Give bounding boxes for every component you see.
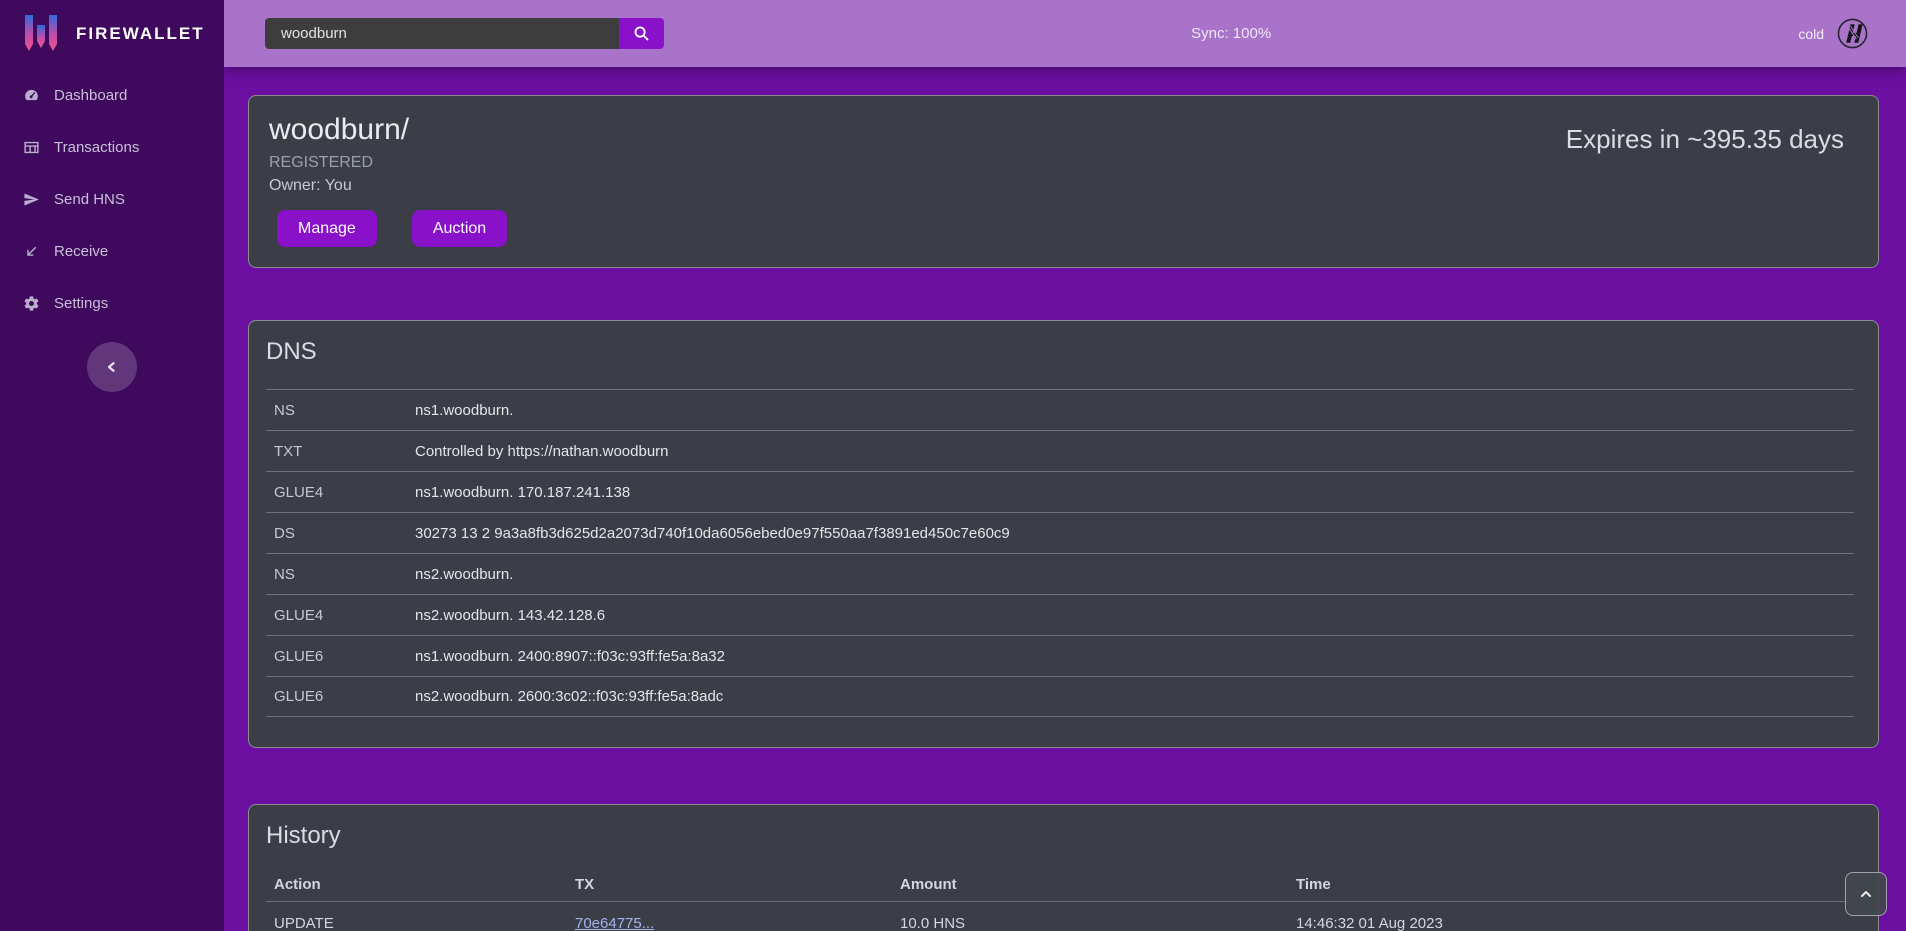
handshake-logo-icon[interactable] — [1837, 18, 1868, 49]
dns-record-value: ns2.woodburn. 143.42.128.6 — [415, 607, 605, 624]
history-col-tx: TX — [575, 876, 900, 893]
sidebar-item-receive[interactable]: Receive — [0, 225, 224, 277]
history-section-title: History — [266, 821, 1854, 851]
send-paper-plane-icon — [23, 191, 40, 208]
sidebar-item-settings[interactable]: Settings — [0, 277, 224, 329]
gear-icon — [23, 295, 40, 312]
dns-record-type: NS — [274, 402, 415, 419]
sidebar-item-label: Transactions — [54, 139, 139, 156]
history-time: 14:46:32 01 Aug 2023 — [1296, 915, 1854, 931]
sidebar-collapse-button[interactable] — [87, 342, 137, 392]
history-amount: 10.0 HNS — [900, 915, 1296, 931]
history-col-action: Action — [274, 876, 575, 893]
dns-record-row: NS ns2.woodburn. — [266, 553, 1854, 594]
dns-record-type: NS — [274, 566, 415, 583]
transactions-table-icon — [23, 139, 40, 156]
dns-record-row: GLUE4 ns2.woodburn. 143.42.128.6 — [266, 594, 1854, 635]
dns-record-value: ns1.woodburn. 170.187.241.138 — [415, 484, 630, 501]
dns-record-row: GLUE6 ns1.woodburn. 2400:8907::f03c:93ff… — [266, 635, 1854, 676]
firewallet-logo-icon — [21, 12, 61, 56]
dns-record-value: ns1.woodburn. — [415, 402, 513, 419]
sidebar-item-label: Receive — [54, 243, 108, 260]
sidebar-nav: Dashboard Transactions Send HNS Receive … — [0, 69, 224, 329]
dns-record-row: TXT Controlled by https://nathan.woodbur… — [266, 430, 1854, 471]
sidebar-item-label: Settings — [54, 295, 108, 312]
sync-status: Sync: 100% — [664, 25, 1798, 42]
dns-record-row: GLUE4 ns1.woodburn. 170.187.241.138 — [266, 471, 1854, 512]
dns-record-value: Controlled by https://nathan.woodburn — [415, 443, 669, 460]
scroll-to-top-button[interactable] — [1845, 872, 1887, 916]
tx-link[interactable]: 70e64775... — [575, 915, 654, 931]
dns-card: DNS NS ns1.woodburn. TXT Controlled by h… — [248, 320, 1879, 748]
sidebar-item-label: Dashboard — [54, 87, 127, 104]
brand-header: FIREWALLET — [0, 0, 224, 67]
dns-record-value: ns2.woodburn. 2600:3c02::f03c:93ff:fe5a:… — [415, 688, 723, 705]
history-col-amount: Amount — [900, 876, 1296, 893]
sidebar-item-send-hns[interactable]: Send HNS — [0, 173, 224, 225]
sidebar-item-transactions[interactable]: Transactions — [0, 121, 224, 173]
dns-record-type: GLUE6 — [274, 688, 415, 705]
dashboard-gauge-icon — [23, 87, 40, 104]
dns-record-value: 30273 13 2 9a3a8fb3d625d2a2073d740f10da6… — [415, 525, 1010, 542]
manage-button[interactable]: Manage — [277, 210, 377, 247]
dns-record-row: GLUE6 ns2.woodburn. 2600:3c02::f03c:93ff… — [266, 676, 1854, 717]
topbar: Sync: 100% cold — [224, 0, 1906, 67]
dns-table: NS ns1.woodburn. TXT Controlled by https… — [266, 389, 1854, 717]
domain-expiry: Expires in ~395.35 days — [1566, 112, 1856, 247]
dns-record-type: GLUE4 — [274, 484, 415, 501]
domain-card-left: woodburn/ REGISTERED Owner: You Manage A… — [269, 112, 507, 247]
chevron-up-icon — [1858, 886, 1874, 902]
brand-name: FIREWALLET — [76, 24, 205, 44]
chevron-left-icon — [103, 358, 121, 376]
dns-record-type: DS — [274, 525, 415, 542]
search-group — [265, 18, 664, 49]
domain-actions: Manage Auction — [269, 210, 507, 247]
dns-record-value: ns1.woodburn. 2400:8907::f03c:93ff:fe5a:… — [415, 648, 725, 665]
dns-record-type: GLUE6 — [274, 648, 415, 665]
receive-arrow-icon — [23, 243, 40, 260]
main-content: woodburn/ REGISTERED Owner: You Manage A… — [224, 0, 1906, 931]
search-icon — [633, 25, 650, 42]
sidebar-item-label: Send HNS — [54, 191, 125, 208]
dns-record-row: NS ns1.woodburn. — [266, 389, 1854, 430]
dns-record-row: DS 30273 13 2 9a3a8fb3d625d2a2073d740f10… — [266, 512, 1854, 553]
dns-section-title: DNS — [266, 337, 1854, 367]
dns-record-type: TXT — [274, 443, 415, 460]
sidebar: FIREWALLET Dashboard Transactions Send H… — [0, 0, 224, 931]
search-input[interactable] — [265, 18, 619, 49]
auction-button[interactable]: Auction — [412, 210, 507, 247]
domain-title: woodburn/ — [269, 112, 507, 148]
wallet-name-label: cold — [1798, 26, 1824, 42]
history-row: UPDATE 70e64775... 10.0 HNS 14:46:32 01 … — [266, 901, 1854, 931]
history-col-time: Time — [1296, 876, 1854, 893]
domain-card: woodburn/ REGISTERED Owner: You Manage A… — [248, 95, 1879, 268]
history-card: History Action TX Amount Time UPDATE 70e… — [248, 804, 1879, 931]
history-table: Action TX Amount Time UPDATE 70e64775...… — [266, 867, 1854, 931]
dns-record-type: GLUE4 — [274, 607, 415, 624]
history-action: UPDATE — [274, 915, 575, 931]
search-button[interactable] — [619, 18, 664, 49]
history-header-row: Action TX Amount Time — [266, 867, 1854, 901]
domain-owner: Owner: You — [269, 177, 507, 195]
domain-status-badge: REGISTERED — [269, 154, 507, 172]
dns-record-value: ns2.woodburn. — [415, 566, 513, 583]
sidebar-item-dashboard[interactable]: Dashboard — [0, 69, 224, 121]
topbar-right: cold — [1798, 18, 1868, 49]
